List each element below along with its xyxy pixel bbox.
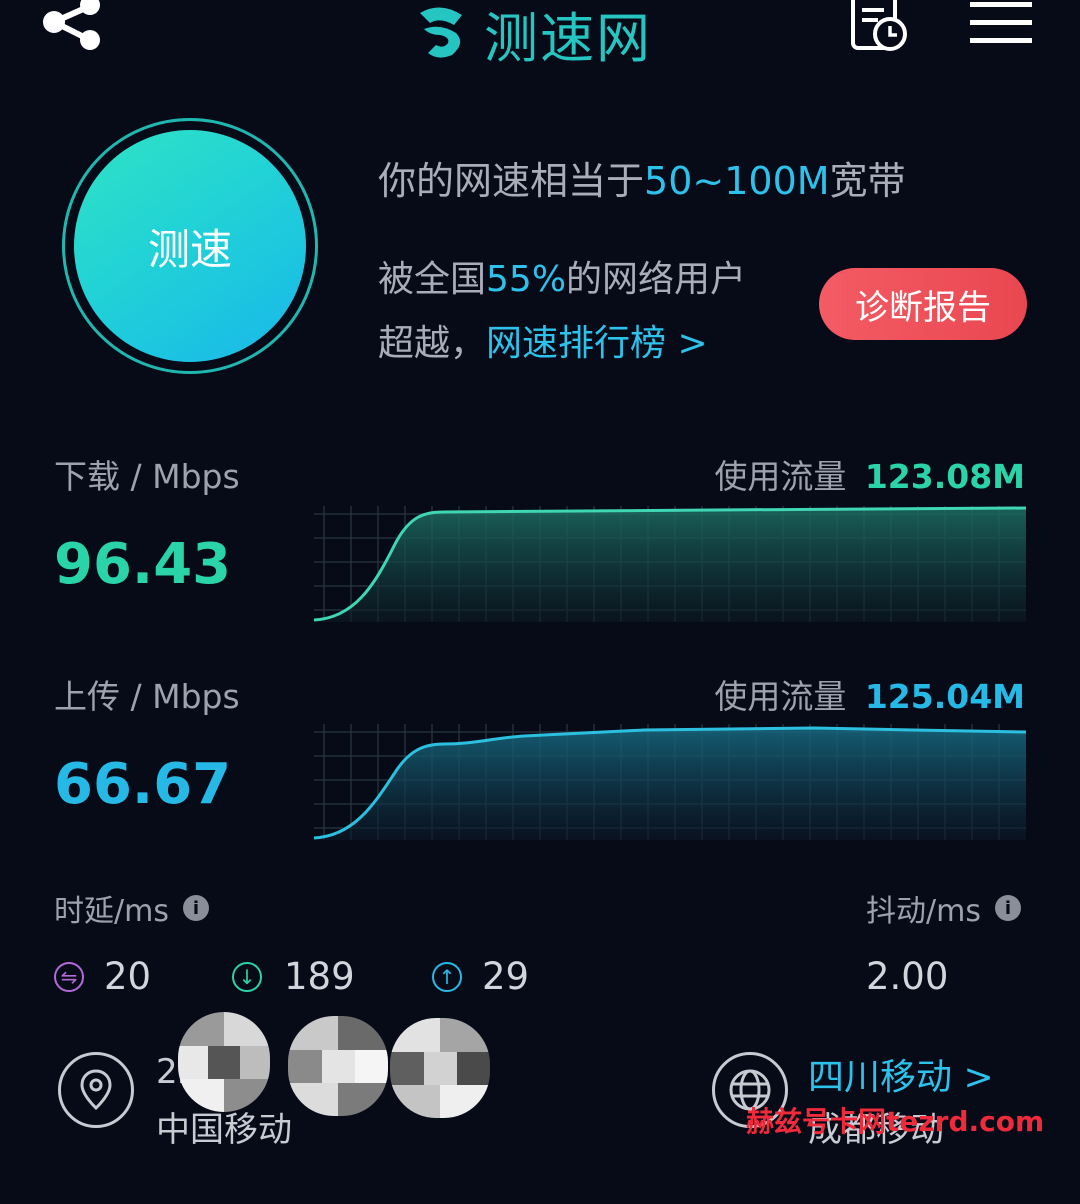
latency-idle-value: 20 [104,955,152,998]
upload-usage-label: 使用流量 [714,677,847,716]
swap-arrows-icon: ⇋ [54,961,84,992]
app-brand: 测速网 [410,0,652,73]
server-region-link[interactable]: 四川移动 > [808,1048,994,1100]
surpass-text: 超越， [378,323,487,364]
speed-ranking-link[interactable]: 网速排行榜 > [486,323,708,364]
upload-arrow-icon: ↑ [432,961,462,992]
latency-upload-value: 29 [482,955,530,998]
latency-download-value: 189 [284,955,355,998]
download-arrow-icon: ↓ [232,961,262,992]
latency-label: 时延/ms i [54,886,209,930]
upload-usage: 使用流量 125.04M [714,670,1025,718]
upload-chart-area [314,728,1026,840]
speedtest-button-label: 测速 [147,224,232,274]
location-icon [58,1052,134,1128]
history-icon[interactable] [850,0,912,58]
jitter-value: 2.00 [866,955,949,998]
speedtest-button[interactable]: 测速 [74,130,306,362]
ranking-suffix: 的网络用户 [566,259,747,300]
download-label: 下载 / Mbps [54,457,240,496]
latency-upload: ↑ 29 [432,955,529,998]
diagnose-report-label: 诊断报告 [855,287,991,328]
ranking-percent: 55% [486,259,567,300]
upload-usage-value: 125.04M [864,677,1025,716]
app-title: 测速网 [484,7,652,70]
download-usage-value: 123.08M [864,457,1025,496]
jitter-label: 抖动/ms i [866,886,1021,930]
bandwidth-value: 50~100M [644,159,830,203]
download-speed-value: 96.43 [54,532,232,597]
bandwidth-prefix: 你的网速相当于 [378,159,645,203]
bandwidth-suffix: 宽带 [829,159,906,203]
bandwidth-equivalent: 你的网速相当于50~100M宽带 [378,150,906,205]
upload-chart [314,724,1026,840]
redacted-ip-block [390,1018,490,1118]
latency-label-text: 时延/ms [54,894,169,929]
app-logo-icon [410,3,470,65]
download-usage: 使用流量 123.08M [714,450,1025,498]
ranking-line-2: 超越，网速排行榜 > [378,314,708,366]
ranking-line: 被全国55%的网络用户 [378,250,746,302]
download-chart [314,506,1026,622]
watermark-text: 赫兹号卡网tezrd.com [746,1105,1045,1138]
ranking-prefix: 被全国 [378,259,487,300]
latency-idle: ⇋ 20 [54,955,151,998]
latency-info-icon[interactable]: i [182,895,209,921]
download-chart-area [314,508,1026,622]
redacted-ip-block [288,1016,388,1116]
menu-icon[interactable] [970,0,1032,52]
upload-label: 上传 / Mbps [54,677,240,716]
redacted-ip-block [178,1012,270,1112]
jitter-info-icon[interactable]: i [994,895,1021,921]
upload-speed-value: 66.67 [54,752,232,817]
share-icon[interactable] [40,0,104,58]
jitter-label-text: 抖动/ms [866,894,981,929]
download-usage-label: 使用流量 [714,457,847,496]
diagnose-report-button[interactable]: 诊断报告 [819,268,1027,340]
latency-download: ↓ 189 [232,955,355,998]
